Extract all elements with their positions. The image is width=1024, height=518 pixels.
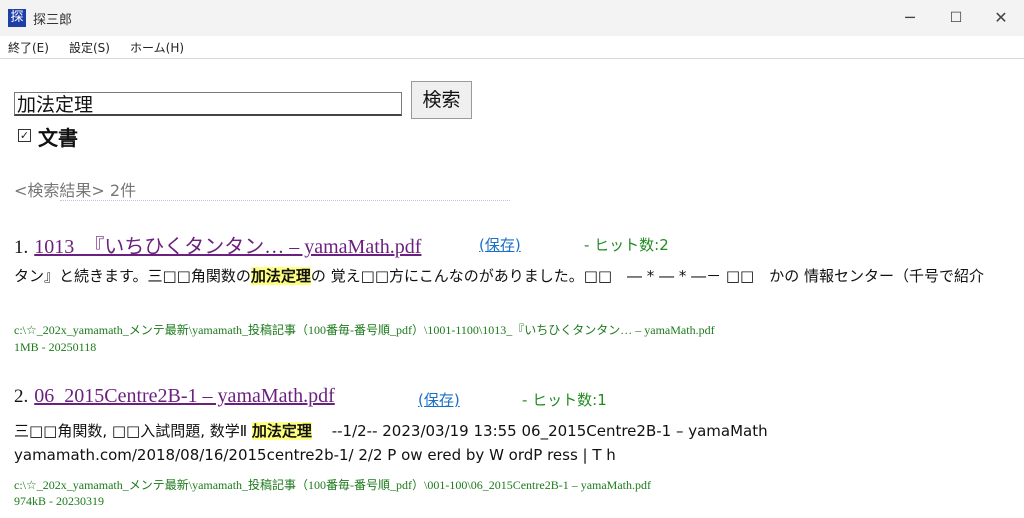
minimize-button[interactable]: ─ xyxy=(887,0,933,36)
title-bar: 探 探三郎 ─ ☐ ✕ xyxy=(0,0,1024,36)
save-link[interactable]: (保存) xyxy=(418,389,460,410)
menu-exit[interactable]: 終了(E) xyxy=(8,39,49,56)
window-title: 探三郎 xyxy=(33,13,73,28)
snippet-text: タン』と続きます。三□□角関数の xyxy=(14,267,251,285)
divider xyxy=(60,200,510,205)
result-title-link[interactable]: 06_2015Centre2B-1 – yamaMath.pdf xyxy=(34,385,335,407)
result-file-path: c:\☆_202x_yamamath_メンテ最新\yamamath_投稿記事（1… xyxy=(14,323,715,337)
maximize-button[interactable]: ☐ xyxy=(933,0,979,36)
results-summary: <検索結果> 2件 xyxy=(14,181,137,200)
menu-bar: 終了(E) 設定(S) ホーム(H) xyxy=(0,36,1024,59)
app-icon: 探 xyxy=(8,9,26,27)
result-number: 2. xyxy=(14,386,29,407)
snippet-highlight: 加法定理 xyxy=(251,422,312,440)
menu-settings[interactable]: 設定(S) xyxy=(69,39,110,56)
result-title-row: 1. 1013_『いちひくタンタン… – yamaMath.pdf xyxy=(14,230,421,258)
menu-home[interactable]: ホーム(H) xyxy=(130,39,184,56)
result-snippet: 三□□角関数, □□入試問題, 数学Ⅱ 加法定理 --1/2-- 2023/03… xyxy=(14,419,994,467)
result-meta: 1MB - 20250118 xyxy=(14,340,97,354)
result-file-path: c:\☆_202x_yamamath_メンテ最新\yamamath_投稿記事（1… xyxy=(14,478,652,492)
result-title-link[interactable]: 1013_『いちひくタンタン… – yamaMath.pdf xyxy=(34,236,421,258)
snippet-text: の 覚え□□方にこんなのがありました。□□ ― * ― * ―－ □□ かの 情… xyxy=(310,267,984,285)
hit-count: - ヒット数:2 xyxy=(584,236,669,254)
hit-count: - ヒット数:1 xyxy=(522,391,607,409)
document-checkbox[interactable]: ✓ xyxy=(18,129,31,142)
save-link[interactable]: (保存) xyxy=(479,234,521,255)
result-snippet: タン』と続きます。三□□角関数の加法定理の 覚え□□方にこんなのがありました。□… xyxy=(14,264,994,288)
search-input[interactable] xyxy=(14,92,402,116)
result-number: 1. xyxy=(14,237,29,258)
result-title-row: 2. 06_2015Centre2B-1 – yamaMath.pdf xyxy=(14,385,335,411)
snippet-text: 三□□角関数, □□入試問題, 数学Ⅱ xyxy=(14,422,252,440)
result-meta: 974kB - 20230319 xyxy=(14,494,104,508)
document-checkbox-label: 文書 xyxy=(38,126,78,150)
search-button[interactable]: 検索 xyxy=(411,81,472,119)
snippet-highlight: 加法定理 xyxy=(250,267,311,285)
close-button[interactable]: ✕ xyxy=(978,0,1024,36)
